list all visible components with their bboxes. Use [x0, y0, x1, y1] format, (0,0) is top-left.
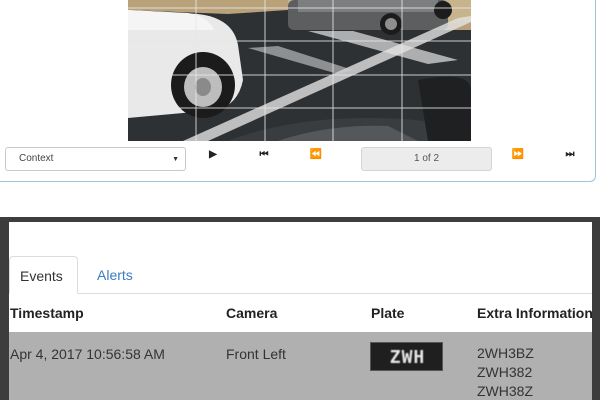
play-icon: ▶ — [209, 149, 217, 160]
playback-controls: Context ▼ ▶ ⏮ ⏪ 1 of 2 ⏩ ⏭ — [0, 144, 596, 174]
skip-to-start-icon: ⏮ — [259, 149, 269, 160]
tab-alerts[interactable]: Alerts — [87, 256, 143, 294]
play-button[interactable]: ▶ — [203, 147, 223, 163]
plate-candidate: ZWH38Z — [477, 383, 533, 399]
column-header-timestamp[interactable]: Timestamp — [10, 305, 84, 321]
table-header: Timestamp Camera Plate Extra Information — [9, 296, 592, 332]
plate-candidate: ZWH382 — [477, 364, 533, 380]
chevron-down-icon: ▼ — [172, 156, 179, 163]
column-header-plate[interactable]: Plate — [371, 305, 404, 321]
row-camera: Front Left — [226, 346, 286, 362]
table-row[interactable]: Apr 4, 2017 10:56:58 AM Front Left ZWH 3… — [9, 332, 592, 400]
tab-bar: Events Alerts — [9, 252, 592, 294]
rewind-icon: ⏪ — [309, 149, 323, 160]
page-indicator: 1 of 2 — [361, 147, 492, 171]
events-panel-frame: Events Alerts Timestamp Camera Plate Ext… — [0, 217, 600, 400]
first-frame-button[interactable]: ⏮ — [254, 147, 274, 163]
skip-to-end-icon: ⏭ — [565, 149, 575, 160]
plate-crop-image[interactable]: ZWH 382 — [370, 342, 443, 371]
fast-forward-icon: ⏩ — [511, 149, 525, 160]
column-header-extra-information[interactable]: Extra Information — [477, 305, 592, 321]
plate-image-text: ZWH 382 — [389, 347, 426, 368]
rewind-button[interactable]: ⏪ — [306, 147, 326, 163]
events-panel: Events Alerts Timestamp Camera Plate Ext… — [9, 222, 592, 400]
column-header-camera[interactable]: Camera — [226, 305, 277, 321]
camera-frame-image[interactable] — [128, 0, 471, 141]
row-timestamp: Apr 4, 2017 10:56:58 AM — [10, 346, 165, 362]
plate-candidate: 2WH3BZ — [477, 345, 534, 361]
row-extra-information: 2WH3BZ ZWH382 ZWH38Z — [477, 344, 534, 400]
context-select[interactable]: Context ▼ — [5, 147, 186, 171]
context-select-value: Context — [19, 153, 54, 164]
fast-forward-button[interactable]: ⏩ — [508, 147, 528, 163]
last-frame-button[interactable]: ⏭ — [560, 147, 580, 163]
tab-events[interactable]: Events — [9, 256, 78, 294]
video-player-panel: Context ▼ ▶ ⏮ ⏪ 1 of 2 ⏩ ⏭ — [0, 0, 596, 182]
zone-grid-overlay — [128, 0, 471, 141]
